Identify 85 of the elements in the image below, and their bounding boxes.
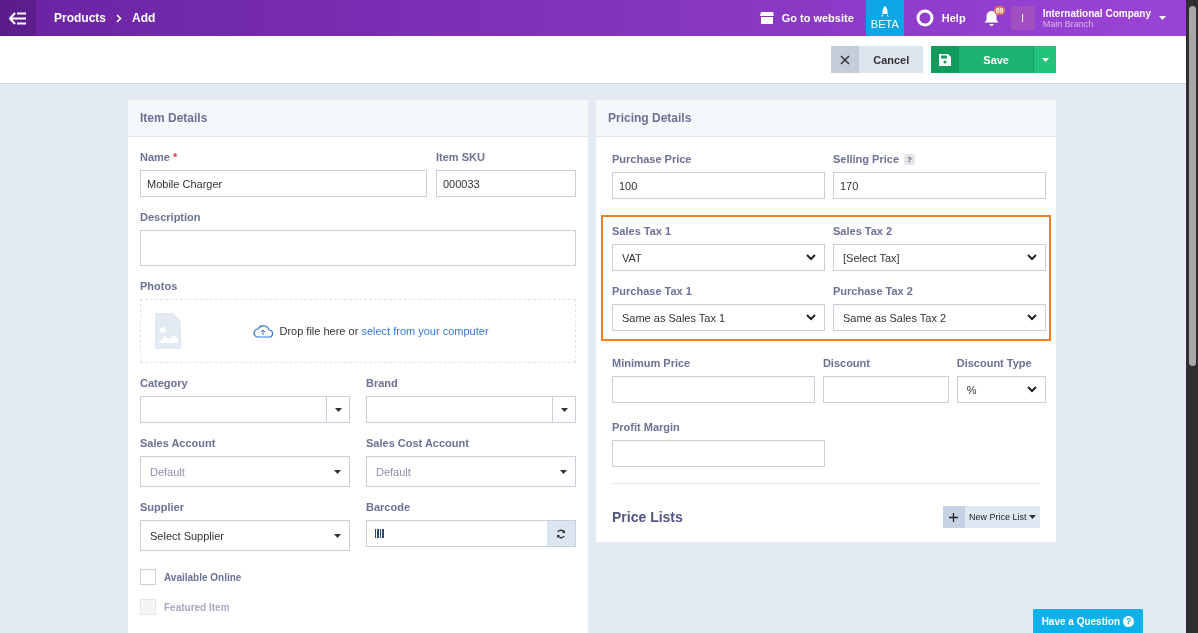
help-icon: ?	[1123, 615, 1134, 627]
caret-icon	[1041, 57, 1049, 62]
field-label: Profit Margin	[612, 421, 680, 433]
caret-icon	[334, 533, 341, 538]
checkbox[interactable]	[140, 569, 156, 585]
save-options-button[interactable]	[1033, 46, 1056, 73]
chevron-right-icon	[116, 13, 122, 23]
field-label: Category	[140, 377, 188, 389]
select-field[interactable]: VAT	[612, 244, 825, 271]
field-label: Selling Price	[833, 153, 900, 165]
company-name: International Company	[1042, 7, 1151, 19]
field-label: Supplier	[140, 501, 184, 513]
avatar: I	[1010, 6, 1035, 30]
chevron-icon	[1027, 314, 1037, 321]
field-label: Sales Account	[140, 437, 216, 449]
input-field[interactable]: 000033	[436, 170, 576, 197]
field-label: Purchase Tax 1	[612, 285, 692, 297]
back-menu-icon	[9, 11, 27, 25]
field-label: Purchase Tax 2	[833, 285, 913, 297]
select-field[interactable]: Same as Sales Tax 1	[612, 304, 825, 331]
chevron-icon	[1027, 386, 1037, 393]
field-label: Minimum Price	[612, 357, 691, 369]
caret-icon	[560, 407, 568, 412]
select-field[interactable]: Same as Sales Tax 2	[833, 304, 1046, 331]
textarea-field[interactable]	[140, 230, 576, 266]
combo-field[interactable]	[140, 396, 350, 423]
caret-icon	[1029, 515, 1036, 519]
barcode-field[interactable]	[366, 520, 576, 547]
chevron-icon	[806, 254, 816, 261]
field-label: Discount	[822, 357, 870, 369]
breadcrumb-link[interactable]: Products	[54, 11, 106, 25]
input-field[interactable]: Mobile Charger	[140, 170, 427, 197]
help-link[interactable]: Help	[903, 0, 978, 36]
branch-name: Main Branch	[1042, 18, 1095, 29]
input-field[interactable]	[822, 376, 949, 403]
field-label: Sales Tax 1	[612, 225, 672, 237]
field-label: Sales Cost Account	[366, 437, 469, 449]
account-menu[interactable]: I International Company Main Branch	[1010, 6, 1186, 30]
dropzone[interactable]: Drop file here or select from your computer	[140, 299, 576, 363]
field-label: Brand	[366, 377, 398, 389]
combo-field[interactable]	[366, 396, 576, 423]
storefront-icon	[759, 12, 774, 24]
drop-text: Drop file here or select from your computer	[181, 324, 561, 338]
caret-icon	[334, 407, 342, 412]
chevron-icon	[1027, 254, 1037, 261]
refresh-icon	[556, 528, 566, 539]
field-label: Photos	[140, 280, 178, 292]
field-label: Discount Type	[956, 357, 1032, 369]
section-title: Price Lists	[612, 509, 683, 525]
barcode-icon	[375, 529, 385, 538]
help-tooltip-icon[interactable]: ?	[904, 153, 916, 165]
checkbox-label: Available Online	[164, 571, 242, 583]
input-field[interactable]: 100	[612, 172, 825, 199]
input-field[interactable]	[612, 440, 825, 467]
cancel-button[interactable]: Cancel	[831, 46, 924, 73]
input-field[interactable]	[612, 376, 815, 403]
input-field[interactable]: 170	[833, 172, 1046, 199]
field-label: Name *	[140, 151, 178, 163]
caret-icon	[1159, 16, 1166, 20]
caret-icon	[334, 469, 341, 474]
back-button[interactable]	[0, 0, 36, 36]
plus-icon	[949, 512, 959, 522]
card-title: Pricing Details	[608, 111, 692, 125]
breadcrumb-current: Add	[132, 11, 156, 25]
checkbox-label: Featured Item	[164, 601, 230, 613]
chevron-icon	[806, 314, 816, 321]
select-field[interactable]: %	[956, 376, 1046, 403]
refresh-button[interactable]	[547, 521, 575, 546]
go-to-website-link[interactable]: Go to website	[747, 0, 866, 36]
caret-icon	[560, 469, 567, 474]
rocket-icon	[880, 6, 889, 18]
scrollbar[interactable]	[1186, 0, 1198, 633]
field-label: Purchase Price	[612, 153, 692, 165]
card-title: Item Details	[140, 111, 208, 125]
field-label: Description	[140, 211, 201, 223]
new-price-list-button[interactable]: New Price List	[942, 506, 1040, 528]
select-field[interactable]: [Select Tax]	[833, 244, 1046, 271]
field-label: Item SKU	[436, 151, 485, 163]
field-label: Sales Tax 2	[833, 225, 893, 237]
close-icon	[840, 54, 851, 65]
select-file-link[interactable]: select from your computer	[361, 325, 489, 337]
image-file-icon	[155, 313, 181, 349]
field-label: Barcode	[366, 501, 411, 513]
select-field[interactable]: Select Supplier	[140, 520, 350, 551]
upload-cloud-icon	[253, 324, 274, 338]
